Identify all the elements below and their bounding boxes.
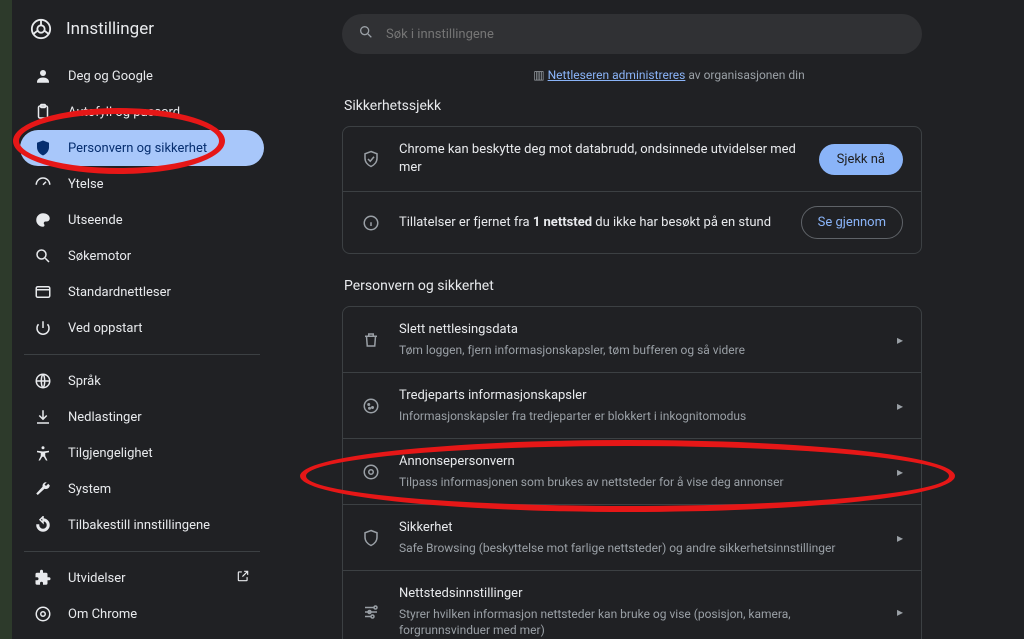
chevron-right-icon: ▸ bbox=[897, 465, 903, 479]
sidebar-item-default-browser[interactable]: Standardnettleser bbox=[20, 274, 264, 310]
sliders-icon bbox=[361, 603, 381, 621]
external-link-icon bbox=[236, 569, 250, 587]
sidebar-item-search-engine[interactable]: Søkemotor bbox=[20, 238, 264, 274]
review-button[interactable]: Se gjennom bbox=[801, 206, 903, 239]
sidebar-item-label: Utvidelser bbox=[68, 571, 126, 586]
managed-link[interactable]: Nettleseren administreres bbox=[548, 68, 686, 82]
managed-suffix: av organisasjonen din bbox=[685, 68, 804, 82]
sidebar-item-label: Autofyll og passord bbox=[68, 105, 180, 120]
sidebar-item-on-startup[interactable]: Ved oppstart bbox=[20, 310, 264, 346]
sidebar-divider bbox=[24, 551, 260, 552]
safety-row2-text: Tillatelser er fjernet fra 1 nettsted du… bbox=[399, 214, 783, 232]
search-icon bbox=[358, 24, 374, 44]
row-clear-browsing-data[interactable]: Slett nettlesingsdataTøm loggen, fjern i… bbox=[343, 307, 921, 372]
sidebar-item-performance[interactable]: Ytelse bbox=[20, 166, 264, 202]
power-icon bbox=[34, 319, 52, 337]
sidebar-item-extensions[interactable]: Utvidelser bbox=[20, 560, 264, 596]
chevron-right-icon: ▸ bbox=[897, 333, 903, 347]
speedometer-icon bbox=[34, 175, 52, 193]
reset-icon bbox=[34, 516, 52, 534]
brand: Innstillinger bbox=[20, 14, 264, 58]
info-icon bbox=[361, 214, 381, 232]
sidebar-item-label: Ved oppstart bbox=[68, 321, 142, 336]
chrome-icon bbox=[30, 18, 52, 40]
sidebar-item-label: Nedlastinger bbox=[68, 410, 142, 425]
sidebar-item-label: System bbox=[68, 482, 111, 497]
safety-check-heading: Sikkerhetssjekk bbox=[344, 98, 996, 114]
sidebar-item-label: Om Chrome bbox=[68, 607, 137, 622]
sidebar-item-label: Søkemotor bbox=[68, 249, 131, 264]
sidebar-item-privacy[interactable]: Personvern og sikkerhet bbox=[20, 130, 264, 166]
sidebar-item-label: Standardnettleser bbox=[68, 285, 171, 300]
safety-check-card: Chrome kan beskytte deg mot databrudd, o… bbox=[342, 126, 922, 254]
sidebar-item-you-and-google[interactable]: Deg og Google bbox=[20, 58, 264, 94]
clipboard-icon bbox=[34, 103, 52, 121]
cookie-icon bbox=[361, 397, 381, 415]
download-icon bbox=[34, 408, 52, 426]
shield-icon bbox=[361, 529, 381, 547]
sidebar-item-label: Ytelse bbox=[68, 177, 104, 192]
privacy-card: Slett nettlesingsdataTøm loggen, fjern i… bbox=[342, 306, 922, 639]
row-site-settings[interactable]: NettstedsinnstillingerStyrer hvilken inf… bbox=[343, 570, 921, 639]
sidebar-item-languages[interactable]: Språk bbox=[20, 363, 264, 399]
managed-notice: ▥ Nettleseren administreres av organisas… bbox=[342, 68, 996, 82]
sidebar-item-label: Deg og Google bbox=[68, 69, 153, 84]
chevron-right-icon: ▸ bbox=[897, 531, 903, 545]
trash-icon bbox=[361, 331, 381, 349]
wrench-icon bbox=[34, 480, 52, 498]
sidebar-item-label: Tilgjengelighet bbox=[68, 446, 153, 461]
sidebar-item-downloads[interactable]: Nedlastinger bbox=[20, 399, 264, 435]
row-ad-privacy[interactable]: AnnonsepersonvernTilpass informasjonen s… bbox=[343, 438, 921, 504]
sidebar-item-label: Språk bbox=[68, 374, 101, 389]
ads-icon bbox=[361, 463, 381, 481]
globe-icon bbox=[34, 372, 52, 390]
chevron-right-icon: ▸ bbox=[897, 399, 903, 413]
sidebar-item-autofill[interactable]: Autofyll og passord bbox=[20, 94, 264, 130]
sidebar-item-appearance[interactable]: Utseende bbox=[20, 202, 264, 238]
safety-check-row-main: Chrome kan beskytte deg mot databrudd, o… bbox=[343, 127, 921, 191]
sidebar: Innstillinger Deg og Google Autofyll og … bbox=[12, 0, 272, 639]
palette-icon bbox=[34, 211, 52, 229]
sidebar-item-label: Utseende bbox=[68, 213, 123, 228]
privacy-heading: Personvern og sikkerhet bbox=[344, 278, 996, 294]
check-now-button[interactable]: Sjekk nå bbox=[819, 144, 903, 175]
person-icon bbox=[34, 67, 52, 85]
chevron-right-icon: ▸ bbox=[897, 605, 903, 619]
page-title: Innstillinger bbox=[66, 19, 154, 39]
sidebar-item-label: Tilbakestill innstillingene bbox=[68, 518, 210, 533]
settings-search[interactable] bbox=[342, 14, 922, 54]
search-icon bbox=[34, 247, 52, 265]
business-icon: ▥ bbox=[533, 68, 547, 82]
accessibility-icon bbox=[34, 444, 52, 462]
row-security[interactable]: SikkerhetSafe Browsing (beskyttelse mot … bbox=[343, 504, 921, 570]
sidebar-item-accessibility[interactable]: Tilgjengelighet bbox=[20, 435, 264, 471]
search-input[interactable] bbox=[386, 27, 906, 42]
row-third-party-cookies[interactable]: Tredjeparts informasjonskapslerInformasj… bbox=[343, 372, 921, 438]
sidebar-divider bbox=[24, 354, 260, 355]
sidebar-item-reset[interactable]: Tilbakestill innstillingene bbox=[20, 507, 264, 543]
sidebar-item-about[interactable]: Om Chrome bbox=[20, 596, 264, 632]
browser-icon bbox=[34, 283, 52, 301]
chrome-icon bbox=[34, 605, 52, 623]
safety-row-text: Chrome kan beskytte deg mot databrudd, o… bbox=[399, 141, 801, 177]
sidebar-item-label: Personvern og sikkerhet bbox=[68, 141, 207, 156]
sidebar-item-system[interactable]: System bbox=[20, 471, 264, 507]
shield-icon bbox=[34, 139, 52, 157]
left-bg-strip bbox=[0, 0, 12, 639]
safety-check-row-permissions: Tillatelser er fjernet fra 1 nettsted du… bbox=[343, 191, 921, 253]
main-content: ▥ Nettleseren administreres av organisas… bbox=[272, 0, 1024, 639]
extension-icon bbox=[34, 569, 52, 587]
shield-check-icon bbox=[361, 150, 381, 168]
